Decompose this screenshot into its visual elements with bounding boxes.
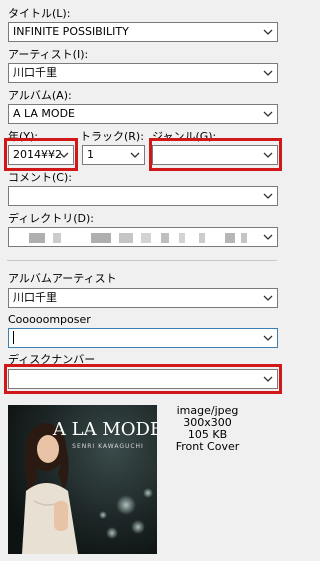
year-value: 2014¥¥2 bbox=[13, 148, 62, 161]
year-combo[interactable]: 2014¥¥2 bbox=[8, 145, 74, 165]
year-label: 年(Y): bbox=[8, 130, 39, 143]
title-label: タイトル(L): bbox=[8, 7, 71, 20]
track-label: トラック(R): bbox=[80, 130, 144, 143]
title-value: INFINITE POSSIBILITY bbox=[13, 25, 129, 38]
comment-label: コメント(C): bbox=[8, 171, 72, 184]
composer-combo[interactable] bbox=[8, 328, 278, 348]
album-artist-combo[interactable]: 川口千里 bbox=[8, 288, 278, 308]
artist-value: 川口千里 bbox=[13, 66, 57, 79]
album-art-info: image/jpeg 300x300 105 KB Front Cover bbox=[160, 405, 255, 453]
directory-label: ディレクトリ(D): bbox=[8, 212, 94, 225]
track-value: 1 bbox=[87, 148, 94, 161]
chevron-down-icon[interactable] bbox=[130, 152, 140, 159]
album-artist-value: 川口千里 bbox=[13, 291, 57, 304]
track-combo[interactable]: 1 bbox=[82, 145, 145, 165]
album-artist-label: アルバムアーティスト bbox=[8, 272, 117, 285]
chevron-down-icon[interactable] bbox=[263, 376, 273, 383]
text-caret bbox=[13, 330, 14, 344]
art-type: Front Cover bbox=[175, 440, 240, 453]
cover-subtitle-text: SENRI KAWAGUCHI bbox=[72, 443, 144, 450]
artist-combo[interactable]: 川口千里 bbox=[8, 63, 278, 83]
comment-combo[interactable] bbox=[8, 186, 278, 206]
composer-label: Cooooomposer bbox=[8, 313, 91, 326]
genre-combo[interactable] bbox=[152, 145, 278, 165]
chevron-down-icon[interactable] bbox=[263, 193, 273, 200]
chevron-down-icon[interactable] bbox=[263, 234, 273, 241]
artist-label: アーティスト(I): bbox=[8, 48, 89, 61]
album-value: A LA MODE bbox=[13, 107, 75, 120]
chevron-down-icon[interactable] bbox=[263, 111, 273, 118]
chevron-down-icon[interactable] bbox=[263, 70, 273, 77]
genre-label: ジャンル(G): bbox=[152, 130, 217, 143]
redacted-path bbox=[29, 233, 249, 243]
disc-number-label: ディスクナンバー bbox=[8, 353, 96, 366]
chevron-down-icon[interactable] bbox=[59, 152, 69, 159]
title-combo[interactable]: INFINITE POSSIBILITY bbox=[8, 22, 278, 42]
directory-combo[interactable] bbox=[8, 227, 278, 247]
chevron-down-icon[interactable] bbox=[263, 29, 273, 36]
chevron-down-icon[interactable] bbox=[263, 152, 273, 159]
album-combo[interactable]: A LA MODE bbox=[8, 104, 278, 124]
chevron-down-icon[interactable] bbox=[263, 295, 273, 302]
disc-number-combo[interactable] bbox=[8, 369, 278, 389]
tag-editor-panel: タイトル(L): INFINITE POSSIBILITY アーティスト(I):… bbox=[0, 0, 293, 561]
section-divider bbox=[7, 260, 277, 261]
chevron-down-icon[interactable] bbox=[263, 335, 273, 342]
album-art-image[interactable]: A LA MODE SENRI KAWAGUCHI bbox=[8, 405, 157, 554]
cover-title-text: A LA MODE bbox=[52, 419, 157, 440]
album-label: アルバム(A): bbox=[8, 89, 72, 102]
